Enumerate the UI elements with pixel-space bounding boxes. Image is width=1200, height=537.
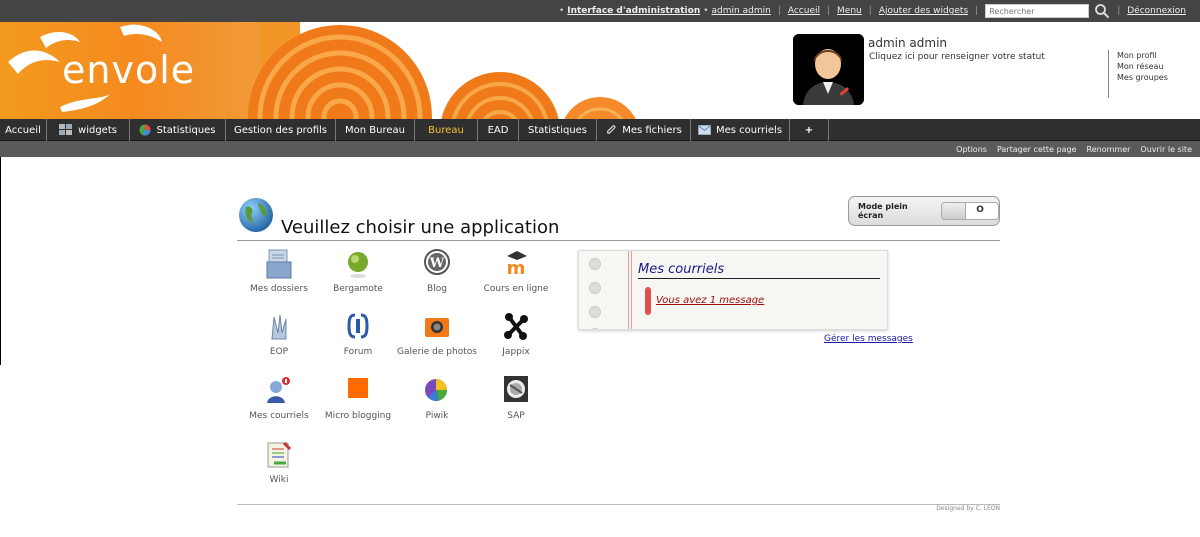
paperclip-icon <box>607 125 616 134</box>
stats-pie-icon <box>139 124 151 136</box>
fullscreen-toggle[interactable]: Mode plein écran O <box>848 196 1000 226</box>
add-tab-button[interactable]: + <box>790 119 829 141</box>
main-nav: Accueil widgets Statistiques Gestion des… <box>0 119 1200 141</box>
footer-credit: Designed by C. LEON <box>936 505 1000 512</box>
app-galerie-photos[interactable]: Galerie de photos <box>395 311 479 369</box>
nav-accueil[interactable]: Accueil <box>0 119 47 141</box>
sap-icon <box>504 376 528 402</box>
app-bergamote[interactable]: Bergamote <box>316 248 400 306</box>
page-actions-bar: Options Partager cette page Renommer Ouv… <box>0 141 1200 157</box>
nav-statistiques-2[interactable]: Statistiques <box>519 119 597 141</box>
app-cours-en-ligne[interactable]: m Cours en ligne <box>474 248 558 306</box>
logout-link[interactable]: Déconnexion <box>1127 6 1186 16</box>
site-banner: envole admin admin Cliquez ici pour rens… <box>0 22 1200 119</box>
nav-bureau[interactable]: Bureau <box>415 119 478 141</box>
app-piwik[interactable]: Piwik <box>395 375 479 433</box>
piwik-pie-icon <box>425 379 447 401</box>
nav-widgets[interactable]: widgets <box>47 119 130 141</box>
my-network-link[interactable]: Mon réseau <box>1117 61 1168 72</box>
nav-statistiques-1[interactable]: Statistiques <box>130 119 226 141</box>
mail-user-icon <box>267 377 290 403</box>
notebook-hole <box>589 282 601 294</box>
envelope-icon <box>697 125 711 135</box>
svg-text:m: m <box>507 258 526 279</box>
folder-icon <box>266 249 292 279</box>
camera-icon <box>425 318 449 337</box>
rename-link[interactable]: Renommer <box>1087 145 1131 154</box>
search-input[interactable] <box>985 4 1090 18</box>
search-icon[interactable] <box>1094 3 1110 19</box>
mail-widget-title: Mes courriels <box>638 262 725 277</box>
globe-icon <box>239 198 273 232</box>
my-profile-link[interactable]: Mon profil <box>1117 50 1168 61</box>
wiki-icon <box>267 441 292 468</box>
fullscreen-switch[interactable]: O <box>941 202 999 220</box>
app-mes-dossiers[interactable]: Mes dossiers <box>237 248 321 306</box>
app-forum[interactable]: Forum <box>316 311 400 369</box>
share-page-link[interactable]: Partager cette page <box>997 145 1077 154</box>
mail-widget: Mes courriels Vous avez 1 message <box>578 250 888 330</box>
unread-message-link[interactable]: Vous avez 1 message <box>656 295 764 306</box>
my-groups-link[interactable]: Mes groupes <box>1117 72 1168 83</box>
open-site-link[interactable]: Ouvrir le site <box>1140 145 1192 154</box>
footer-divider <box>237 504 1000 505</box>
app-micro-blogging[interactable]: Micro blogging <box>316 375 400 433</box>
app-wiki[interactable]: Wiki <box>237 439 321 497</box>
jappix-icon <box>504 313 528 340</box>
avatar[interactable] <box>793 34 864 105</box>
admin-user-link[interactable]: admin admin <box>712 6 771 16</box>
app-eop[interactable]: EOP <box>237 311 321 369</box>
switch-state: O <box>976 205 984 215</box>
nav-mes-fichiers[interactable]: Mes fichiers <box>597 119 691 141</box>
switch-knob <box>942 203 967 219</box>
manage-messages-link[interactable]: Gérer les messages <box>824 334 913 344</box>
profile-links: Mon profil Mon réseau Mes groupes <box>1108 50 1168 98</box>
nav-mon-bureau[interactable]: Mon Bureau <box>336 119 415 141</box>
admin-interface-link[interactable]: Interface d'administration <box>567 6 700 16</box>
page-title: Veuillez choisir une application <box>281 217 560 238</box>
microblog-icon <box>348 378 368 398</box>
app-blog[interactable]: W Blog <box>395 248 479 306</box>
nav-mes-courriels[interactable]: Mes courriels <box>691 119 790 141</box>
notebook-hole <box>589 328 601 329</box>
user-avatar-icon <box>793 34 864 105</box>
widgets-icon <box>59 124 73 135</box>
svg-text:W: W <box>429 256 445 271</box>
status-prompt[interactable]: Cliquez ici pour renseigner votre statut <box>869 52 1045 62</box>
nav-ead[interactable]: EAD <box>478 119 519 141</box>
nav-gestion-profils[interactable]: Gestion des profils <box>226 119 336 141</box>
topbar-home-link[interactable]: Accueil <box>788 6 820 16</box>
site-logo[interactable]: envole <box>62 48 195 92</box>
app-sap[interactable]: SAP <box>474 375 558 433</box>
title-divider <box>237 240 1000 241</box>
bergamote-icon <box>348 252 368 278</box>
left-divider <box>0 157 1 365</box>
moodle-icon: m <box>507 251 527 279</box>
notebook-hole <box>589 258 601 270</box>
unread-badge <box>645 287 651 315</box>
wordpress-icon: W <box>424 249 450 275</box>
user-name[interactable]: admin admin <box>868 36 947 50</box>
fullscreen-label: Mode plein écran <box>858 202 908 220</box>
notebook-hole <box>589 306 601 318</box>
app-mes-courriels[interactable]: Mes courriels <box>237 375 321 433</box>
app-jappix[interactable]: Jappix <box>474 311 558 369</box>
topbar-menu-link[interactable]: Menu <box>837 6 862 16</box>
forum-icon <box>347 313 369 339</box>
admin-topbar: • Interface d'administration • admin adm… <box>0 0 1200 22</box>
eop-icon <box>271 314 287 340</box>
options-link[interactable]: Options <box>956 145 987 154</box>
add-widgets-link[interactable]: Ajouter des widgets <box>879 6 968 16</box>
